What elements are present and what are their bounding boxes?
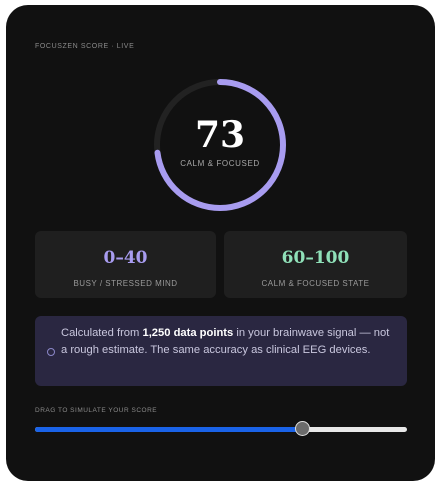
info-text: Calculated from 1,250 data points in you… [61,327,390,356]
slider-label: DRAG TO SIMULATE YOUR SCORE [35,407,158,414]
range-label: BUSY / STRESSED MIND [73,279,178,288]
range-card-stressed: 0–40 BUSY / STRESSED MIND [35,231,216,298]
score-slider[interactable] [35,421,407,436]
slider-thumb[interactable] [295,421,311,436]
focuszen-card: FOCUSZEN SCORE · LIVE 73 CALM & FOCUSED … [6,5,435,481]
card-header: FOCUSZEN SCORE · LIVE [35,43,135,50]
range-value: 0–40 [103,248,148,268]
accuracy-info-box: Calculated from 1,250 data points in you… [35,316,407,386]
range-card-focused: 60–100 CALM & FOCUSED STATE [224,231,407,298]
score-state: CALM & FOCUSED [180,159,260,168]
info-circle-icon [47,348,55,356]
info-highlight: 1,250 data points [142,327,234,339]
slider-fill [35,427,303,432]
score-value: 73 [194,114,246,156]
range-label: CALM & FOCUSED STATE [261,279,370,288]
range-value: 60–100 [281,248,350,268]
